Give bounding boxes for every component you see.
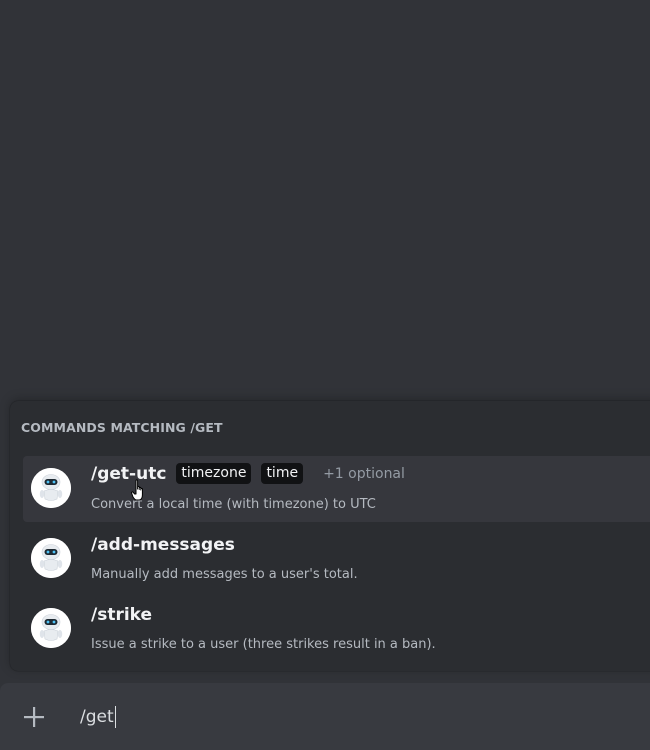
command-name: /get-utc: [91, 463, 167, 484]
command-option-get-utc[interactable]: /get-utc timezone time +1 optional Conve…: [23, 456, 650, 522]
command-description: Issue a strike to a user (three strikes …: [91, 637, 436, 652]
command-description: Manually add messages to a user's total.: [91, 567, 358, 582]
command-name: /add-messages: [91, 535, 235, 555]
command-option-add-messages[interactable]: /add-messages Manually add messages to a…: [23, 526, 650, 592]
required-option-chip: time: [261, 463, 304, 484]
message-input-text: /get: [80, 707, 114, 727]
command-autocomplete-popup: COMMANDS MATCHING /GET /get-utc timezone…: [10, 401, 650, 671]
required-option-chip: timezone: [176, 463, 252, 484]
message-composer[interactable]: /get: [0, 683, 650, 750]
message-input[interactable]: /get: [80, 706, 117, 728]
robot-avatar-icon: [31, 468, 71, 508]
command-name: /strike: [91, 605, 153, 625]
popup-header: COMMANDS MATCHING /GET: [21, 420, 223, 435]
command-option-strike[interactable]: /strike Issue a strike to a user (three …: [23, 596, 650, 662]
robot-avatar-icon: [31, 608, 71, 648]
optional-count-label: +1 optional: [323, 465, 405, 482]
chat-message-area: [0, 0, 650, 400]
hand-pointer-icon: [131, 479, 149, 507]
text-caret: [114, 706, 117, 728]
plus-icon[interactable]: [22, 705, 46, 729]
robot-avatar-icon: [31, 538, 71, 578]
